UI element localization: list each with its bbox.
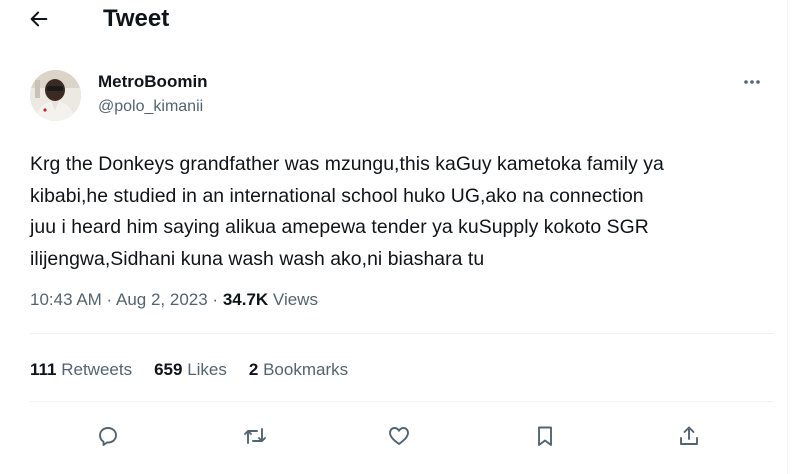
- share-button[interactable]: [674, 421, 704, 451]
- tweet-line: Krg the Donkeys grandfather was mzungu,t…: [30, 153, 664, 175]
- page-title: Tweet: [103, 5, 170, 32]
- retweets-label: Retweets: [56, 360, 133, 379]
- back-button[interactable]: [28, 8, 56, 32]
- tweet-text: Krg the Donkeys grandfather was mzungu,t…: [30, 149, 785, 275]
- retweet-button[interactable]: [240, 421, 270, 451]
- tweet-line: kibabi,he studied in an international sc…: [30, 184, 644, 207]
- tweet-line: ilijengwa,Sidhani kuna wash wash ako,ni …: [30, 247, 485, 270]
- divider: [30, 401, 774, 402]
- reply-button[interactable]: [93, 421, 123, 451]
- more-options-button[interactable]: [738, 72, 766, 92]
- like-icon: [389, 427, 409, 445]
- divider: [30, 333, 774, 334]
- avatar[interactable]: [30, 70, 81, 121]
- author-name[interactable]: MetroBoomin: [98, 72, 208, 92]
- retweet-icon: [244, 428, 266, 444]
- bookmark-button[interactable]: [530, 421, 560, 451]
- meta-separator: ·: [101, 290, 116, 309]
- bookmarks-stat[interactable]: 2 Bookmarks: [249, 360, 348, 380]
- views-count: 34.7K: [222, 290, 269, 309]
- page-header: Tweet: [0, 0, 788, 40]
- share-icon: [680, 426, 698, 445]
- tweet-detail-panel: Tweet MetroBoomin @polo_kimanii Krg the …: [0, 0, 788, 474]
- retweets-count: 111: [30, 360, 57, 379]
- reply-icon: [99, 427, 117, 446]
- likes-stat[interactable]: 659 Likes: [154, 360, 227, 380]
- tweet-line: juu i heard him saying alikua amepewa te…: [30, 216, 649, 238]
- author-handle[interactable]: @polo_kimanii: [98, 98, 203, 116]
- tweet-meta: 10:43 AM · Aug 2, 2023 · 34.7K Views: [30, 290, 318, 310]
- ellipsis-icon: [744, 80, 760, 84]
- tweet-time[interactable]: 10:43 AM: [30, 290, 102, 309]
- engagement-stats: 111 Retweets 659 Likes 2 Bookmarks: [30, 360, 370, 380]
- meta-separator: ·: [207, 290, 223, 309]
- bookmarks-label: Bookmarks: [258, 360, 349, 379]
- likes-label: Likes: [182, 360, 227, 379]
- likes-count: 659: [154, 360, 183, 379]
- bookmark-icon: [538, 426, 552, 446]
- retweets-stat[interactable]: 111 Retweets: [30, 360, 132, 380]
- like-button[interactable]: [384, 421, 414, 451]
- arrow-left-icon: [30, 11, 48, 27]
- views-label: Views: [268, 290, 318, 309]
- tweet-date[interactable]: Aug 2, 2023: [116, 290, 208, 309]
- bookmarks-count: 2: [248, 360, 259, 379]
- avatar-image: [30, 70, 81, 121]
